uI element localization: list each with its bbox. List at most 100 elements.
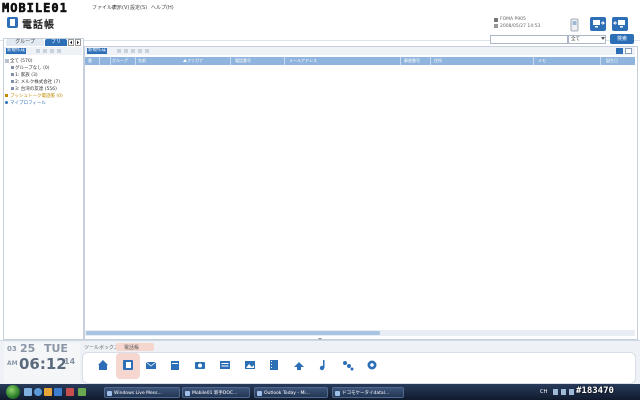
device-date: 2008/05/27 14:53 bbox=[500, 24, 541, 29]
tray-icon[interactable] bbox=[561, 389, 566, 395]
search-input[interactable] bbox=[490, 35, 568, 44]
group-icon bbox=[11, 87, 14, 90]
group-icon bbox=[11, 73, 14, 76]
data-transfer-icon[interactable] bbox=[292, 358, 306, 372]
down-icon[interactable] bbox=[57, 49, 61, 53]
clock-day: 25 bbox=[20, 342, 36, 355]
toolbox-label: ツールボックス bbox=[84, 345, 119, 351]
copy-icon[interactable] bbox=[124, 49, 128, 53]
taskbar-item-docomo[interactable]: ドコモケータイdatal... bbox=[332, 387, 404, 398]
col-furigana[interactable]: フリガナ bbox=[187, 58, 203, 64]
col-phone[interactable]: 電話番号 bbox=[235, 58, 251, 64]
quicklaunch-icon[interactable] bbox=[44, 388, 52, 396]
group-icon bbox=[11, 66, 14, 69]
start-button-icon[interactable] bbox=[6, 385, 20, 399]
schedule-icon[interactable] bbox=[168, 358, 182, 372]
menu-settings[interactable]: 設定(S) bbox=[130, 4, 147, 11]
group-icon bbox=[11, 80, 14, 83]
camera-icon[interactable] bbox=[193, 358, 207, 372]
tab-group[interactable]: グループ bbox=[6, 39, 44, 46]
column-divider bbox=[99, 57, 100, 65]
contact-list-panel bbox=[84, 46, 638, 340]
col-memo[interactable]: メモ bbox=[538, 58, 546, 64]
tree-item-push-talk[interactable]: プッシュトーク電話帳 (0) bbox=[10, 93, 63, 99]
quicklaunch-icon[interactable] bbox=[78, 388, 86, 396]
phone-icon bbox=[494, 18, 498, 22]
column-divider bbox=[284, 57, 285, 65]
phonebook-tool-icon[interactable] bbox=[121, 358, 135, 372]
column-divider bbox=[135, 57, 136, 65]
col-group[interactable]: グループ bbox=[112, 58, 128, 64]
move-icon[interactable] bbox=[138, 49, 142, 53]
tree-item-my-profile[interactable]: マイプロフィール bbox=[10, 100, 46, 106]
edit-icon[interactable] bbox=[36, 49, 40, 53]
tree-item-nogroup[interactable]: グループなし (0) bbox=[15, 65, 50, 71]
home-icon[interactable] bbox=[96, 358, 110, 372]
tray-icon[interactable] bbox=[553, 389, 558, 395]
tree-item-company[interactable]: 2: メルク株式会社 (7) bbox=[15, 79, 60, 85]
mobile01-logo: MOBILE01 bbox=[2, 1, 68, 16]
watermark: #183470 bbox=[576, 386, 614, 396]
column-divider bbox=[533, 57, 534, 65]
profile-icon bbox=[5, 101, 8, 104]
new-group-button[interactable]: 新規作成 bbox=[6, 48, 26, 54]
edit-icon[interactable] bbox=[117, 49, 121, 53]
link-icon[interactable] bbox=[341, 358, 355, 372]
tree-item-all[interactable]: 全て (570) bbox=[10, 58, 33, 64]
page-title: 電話帳 bbox=[22, 20, 55, 31]
scrollbar-thumb[interactable] bbox=[86, 331, 380, 335]
column-divider bbox=[400, 57, 401, 65]
grid-view-icon[interactable] bbox=[616, 48, 623, 54]
push-talk-icon bbox=[5, 94, 8, 97]
phone-connect-icon[interactable] bbox=[568, 17, 582, 33]
new-contact-button[interactable]: 新規作成 bbox=[87, 48, 107, 54]
music-icon[interactable] bbox=[316, 358, 330, 372]
phonebook-icon bbox=[7, 17, 18, 28]
menu-view[interactable]: 表示(V) bbox=[112, 4, 129, 11]
col-name[interactable]: 名前 bbox=[138, 58, 146, 64]
pc-to-phone-button[interactable] bbox=[590, 17, 606, 31]
toolbox-panel bbox=[82, 352, 636, 384]
col-birthday[interactable]: 誕生日 bbox=[606, 58, 618, 64]
language-indicator[interactable]: CH bbox=[540, 389, 547, 395]
tab-scroll-left-button[interactable] bbox=[68, 39, 74, 46]
mail-icon[interactable] bbox=[144, 358, 158, 372]
delete-icon[interactable] bbox=[43, 49, 47, 53]
chevron-down-icon bbox=[601, 37, 605, 40]
menu-help[interactable]: ヘルプ(H) bbox=[151, 4, 174, 11]
col-number[interactable]: 番 bbox=[88, 58, 92, 64]
clock-small-icon bbox=[494, 24, 498, 28]
folder-icon bbox=[5, 59, 9, 63]
taskbar-item-outlook[interactable]: Outlook Today - Mi... bbox=[254, 387, 328, 398]
col-address[interactable]: 住所 bbox=[434, 58, 442, 64]
settings-icon[interactable] bbox=[365, 358, 379, 372]
clock-ampm: AM bbox=[7, 360, 18, 367]
up-icon[interactable] bbox=[50, 49, 54, 53]
ie-icon[interactable] bbox=[34, 388, 42, 396]
column-divider bbox=[110, 57, 111, 65]
memo-icon[interactable] bbox=[218, 358, 232, 372]
taskbar-item-mobile01[interactable]: Mobile01 新手DOC... bbox=[182, 387, 250, 398]
show-desktop-icon[interactable] bbox=[24, 388, 32, 396]
image-icon[interactable] bbox=[243, 358, 257, 372]
phone-to-pc-button[interactable] bbox=[612, 17, 628, 31]
column-divider bbox=[600, 57, 601, 65]
tray-icon[interactable] bbox=[569, 389, 574, 395]
table-header bbox=[85, 57, 635, 65]
tree-item-family[interactable]: 1: 家族 (3) bbox=[15, 72, 38, 78]
delete-icon[interactable] bbox=[131, 49, 135, 53]
quicklaunch-icon[interactable] bbox=[54, 388, 62, 396]
video-icon[interactable] bbox=[267, 358, 281, 372]
list-view-icon[interactable] bbox=[625, 48, 632, 54]
clock-weekday: TUE bbox=[44, 342, 68, 355]
tab-furigana[interactable]: フリ bbox=[45, 39, 67, 46]
taskbar-item-messenger[interactable]: Windows Live Mess... bbox=[104, 387, 180, 398]
tree-item-taiwan-friends[interactable]: 3: 台湾の友達 (556) bbox=[15, 86, 57, 92]
send-icon[interactable] bbox=[145, 49, 149, 53]
search-button[interactable]: 検索 bbox=[610, 34, 634, 44]
col-postal[interactable]: 郵便番号 bbox=[404, 58, 420, 64]
quicklaunch-icon[interactable] bbox=[66, 388, 74, 396]
col-email[interactable]: メールアドレス bbox=[289, 58, 317, 64]
contact-toolbar bbox=[85, 47, 635, 55]
tab-scroll-right-button[interactable] bbox=[75, 39, 81, 46]
